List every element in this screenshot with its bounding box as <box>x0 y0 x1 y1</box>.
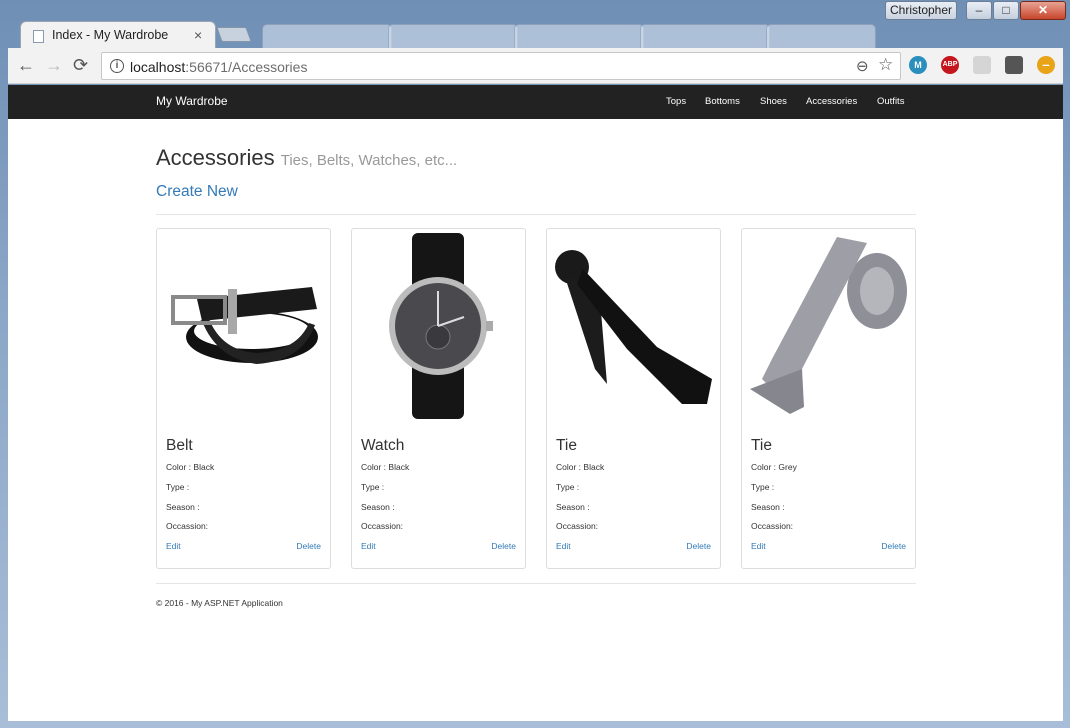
item-season: Season : <box>751 502 785 512</box>
item-occasion: Occassion: <box>556 521 598 531</box>
color-label: Color : <box>166 462 192 472</box>
item-name: Belt <box>166 437 193 454</box>
nav-link-outfits[interactable]: Outfits <box>877 96 904 107</box>
forward-icon[interactable]: → <box>45 55 63 76</box>
tab-active[interactable]: Index - My Wardrobe × <box>20 21 216 49</box>
adblock-icon[interactable]: ABP <box>941 56 959 74</box>
page-title-text: Accessories <box>156 145 275 170</box>
color-value: Black <box>388 462 410 472</box>
minus-extension-icon[interactable]: – <box>1037 56 1055 74</box>
item-card: Tie Color : Grey Type : Season : Occassi… <box>741 228 916 569</box>
tab-strip: Index - My Wardrobe × <box>0 18 1070 49</box>
footer-divider <box>156 583 916 584</box>
item-color: Color : Black <box>166 462 214 472</box>
item-occasion: Occassion: <box>166 521 208 531</box>
background-tab[interactable] <box>388 24 518 49</box>
type-label: Type : <box>166 482 190 492</box>
background-tab[interactable] <box>262 24 392 49</box>
back-icon[interactable]: ← <box>17 55 35 76</box>
season-label: Season : <box>166 502 200 512</box>
color-label: Color : <box>556 462 582 472</box>
url-path: :56671/Accessories <box>185 59 308 75</box>
belt-image <box>171 287 318 364</box>
address-bar[interactable]: i localhost:56671/Accessories ⊖ ☆ <box>101 52 901 80</box>
season-label: Season : <box>751 502 785 512</box>
item-season: Season : <box>166 502 200 512</box>
watch-image <box>389 233 493 419</box>
page-title: Accessories Ties, Belts, Watches, etc... <box>156 145 457 171</box>
color-label: Color : <box>751 462 777 472</box>
m-extension-icon[interactable]: M <box>909 56 927 74</box>
nav-link-shoes[interactable]: Shoes <box>760 96 787 107</box>
delete-link[interactable]: Delete <box>881 541 906 551</box>
color-value: Black <box>193 462 215 472</box>
item-color: Color : Grey <box>751 462 797 472</box>
tab-title: Index - My Wardrobe <box>52 28 169 42</box>
nav-link-accessories[interactable]: Accessories <box>806 96 857 107</box>
info-icon[interactable]: i <box>110 59 124 73</box>
edit-link[interactable]: Edit <box>166 541 181 551</box>
item-name: Watch <box>361 437 405 454</box>
reload-icon[interactable]: ⟳ <box>73 55 88 76</box>
occasion-label: Occassion: <box>361 521 404 531</box>
nav-link-bottoms[interactable]: Bottoms <box>705 96 740 107</box>
item-occasion: Occassion: <box>751 521 793 531</box>
page-viewport: My Wardrobe Tops Bottoms Shoes Accessori… <box>8 85 1063 721</box>
grey-tie-image <box>750 237 907 414</box>
season-label: Season : <box>556 502 590 512</box>
occasion-label: Occassion: <box>556 521 599 531</box>
item-card: Tie Color : Black Type : Season : Occass… <box>546 228 721 569</box>
browser-toolbar: ← → ⟳ i localhost:56671/Accessories ⊖ ☆ … <box>8 48 1063 84</box>
browser-window: Christopher ‒ □ ✕ Index - My Wardrobe × … <box>0 0 1070 728</box>
footer-text: © 2016 - My ASP.NET Application <box>156 598 283 608</box>
bulb-extension-icon[interactable] <box>1005 56 1023 74</box>
url-text[interactable]: localhost:56671/Accessories <box>130 59 307 75</box>
item-season: Season : <box>361 502 395 512</box>
type-label: Type : <box>361 482 385 492</box>
color-label: Color : <box>361 462 387 472</box>
item-type: Type : <box>556 482 579 492</box>
item-color: Color : Black <box>361 462 409 472</box>
background-tab[interactable] <box>514 24 644 49</box>
bookmark-star-icon[interactable]: ☆ <box>878 55 893 75</box>
occasion-label: Occassion: <box>166 521 209 531</box>
site-navbar: My Wardrobe Tops Bottoms Shoes Accessori… <box>8 85 1063 119</box>
item-occasion: Occassion: <box>361 521 403 531</box>
occasion-label: Occassion: <box>751 521 794 531</box>
edit-link[interactable]: Edit <box>751 541 766 551</box>
type-label: Type : <box>556 482 580 492</box>
delete-link[interactable]: Delete <box>296 541 321 551</box>
page-icon <box>33 30 44 43</box>
tab-close-icon[interactable]: × <box>194 27 202 43</box>
cup-extension-icon[interactable] <box>973 56 991 74</box>
type-label: Type : <box>751 482 775 492</box>
zoom-icon[interactable]: ⊖ <box>856 57 869 75</box>
page-subtitle: Ties, Belts, Watches, etc... <box>280 152 458 169</box>
item-color: Color : Black <box>556 462 604 472</box>
color-value: Grey <box>778 462 797 472</box>
item-type: Type : <box>361 482 384 492</box>
item-season: Season : <box>556 502 590 512</box>
delete-link[interactable]: Delete <box>686 541 711 551</box>
background-tab[interactable] <box>766 24 876 49</box>
item-type: Type : <box>751 482 774 492</box>
color-value: Black <box>583 462 605 472</box>
edit-link[interactable]: Edit <box>556 541 571 551</box>
item-type: Type : <box>166 482 189 492</box>
item-card: Belt Color : Black Type : Season : Occas… <box>156 228 331 569</box>
create-new-link[interactable]: Create New <box>156 183 238 201</box>
url-host: localhost <box>130 59 186 75</box>
item-name: Tie <box>556 437 577 454</box>
item-name: Tie <box>751 437 772 454</box>
delete-link[interactable]: Delete <box>491 541 516 551</box>
edit-link[interactable]: Edit <box>361 541 376 551</box>
nav-link-tops[interactable]: Tops <box>666 96 686 107</box>
divider <box>156 214 916 215</box>
black-tie-image <box>555 250 712 404</box>
brand-link[interactable]: My Wardrobe <box>156 94 228 108</box>
item-card: Watch Color : Black Type : Season : Occa… <box>351 228 526 569</box>
season-label: Season : <box>361 502 395 512</box>
background-tab[interactable] <box>640 24 770 49</box>
new-tab-button[interactable] <box>216 27 252 42</box>
